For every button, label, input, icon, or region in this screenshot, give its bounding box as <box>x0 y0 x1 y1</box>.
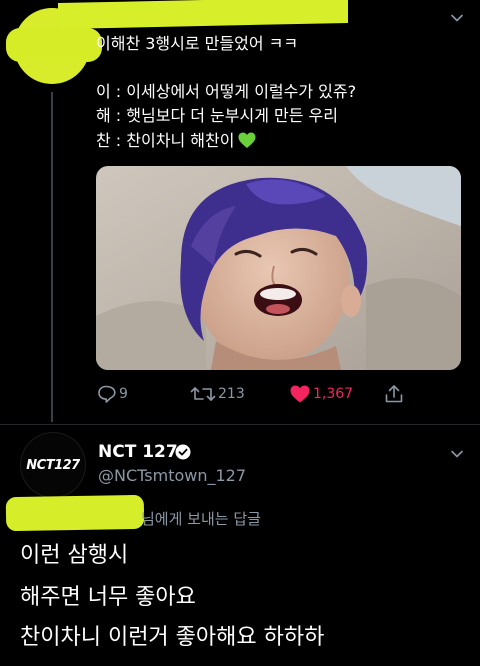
reply-text-line-3: 찬이차니 이런거 좋아해요 하하하 <box>20 625 325 650</box>
reply-count: 9 <box>119 386 128 402</box>
chevron-down-icon[interactable] <box>451 12 463 24</box>
tweet-text-line-4-wrapper: 찬 : 찬이차니 해찬이 <box>96 131 256 154</box>
reply-action[interactable]: 9 <box>97 384 128 404</box>
redaction-highlight-replying-to <box>5 494 145 532</box>
retweet-icon <box>190 387 216 401</box>
thread-connector-line <box>51 92 53 422</box>
retweet-count: 213 <box>218 386 245 402</box>
tweet-text-line-4: 찬 : 찬이차니 해찬이 <box>96 131 235 150</box>
reply-display-name[interactable]: NCT 127 <box>98 442 178 462</box>
tweet-photo[interactable] <box>96 166 461 370</box>
like-action[interactable]: 1,367 <box>289 384 353 404</box>
like-count: 1,367 <box>313 386 354 402</box>
tweet-text-line-3: 해 : 햇님보다 더 눈부시게 만든 우리 <box>96 106 338 125</box>
heart-filled-icon <box>290 385 310 403</box>
green-heart-icon <box>238 132 256 154</box>
verified-badge-icon <box>175 444 191 460</box>
reply-handle[interactable]: @NCTsmtown_127 <box>98 466 246 485</box>
redaction-highlight-name <box>58 0 348 30</box>
reply-text-line-2: 해주면 너무 좋아요 <box>20 585 196 610</box>
replying-to-label: 님에게 보내는 답글 <box>141 510 261 528</box>
retweet-action[interactable]: 213 <box>190 384 245 404</box>
tweet-text-line-2: 이 : 이세상에서 어떻게 이럴수가 있쥬? <box>96 82 357 101</box>
nct127-avatar[interactable]: NCT127 <box>20 432 86 498</box>
tweet-text-line-1: 이해찬 3행시로 만들었어 ㅋㅋ <box>96 34 299 53</box>
share-action[interactable] <box>383 384 407 404</box>
reply-chevron-down-icon[interactable] <box>451 448 463 460</box>
redaction-highlight-avatar <box>6 28 102 62</box>
share-icon <box>385 385 403 403</box>
tweet-divider <box>0 424 480 425</box>
reply-bubble-icon <box>98 385 116 403</box>
reply-text-line-1: 이런 삼행시 <box>20 543 129 568</box>
nct127-logo: NCT127 <box>26 457 80 473</box>
